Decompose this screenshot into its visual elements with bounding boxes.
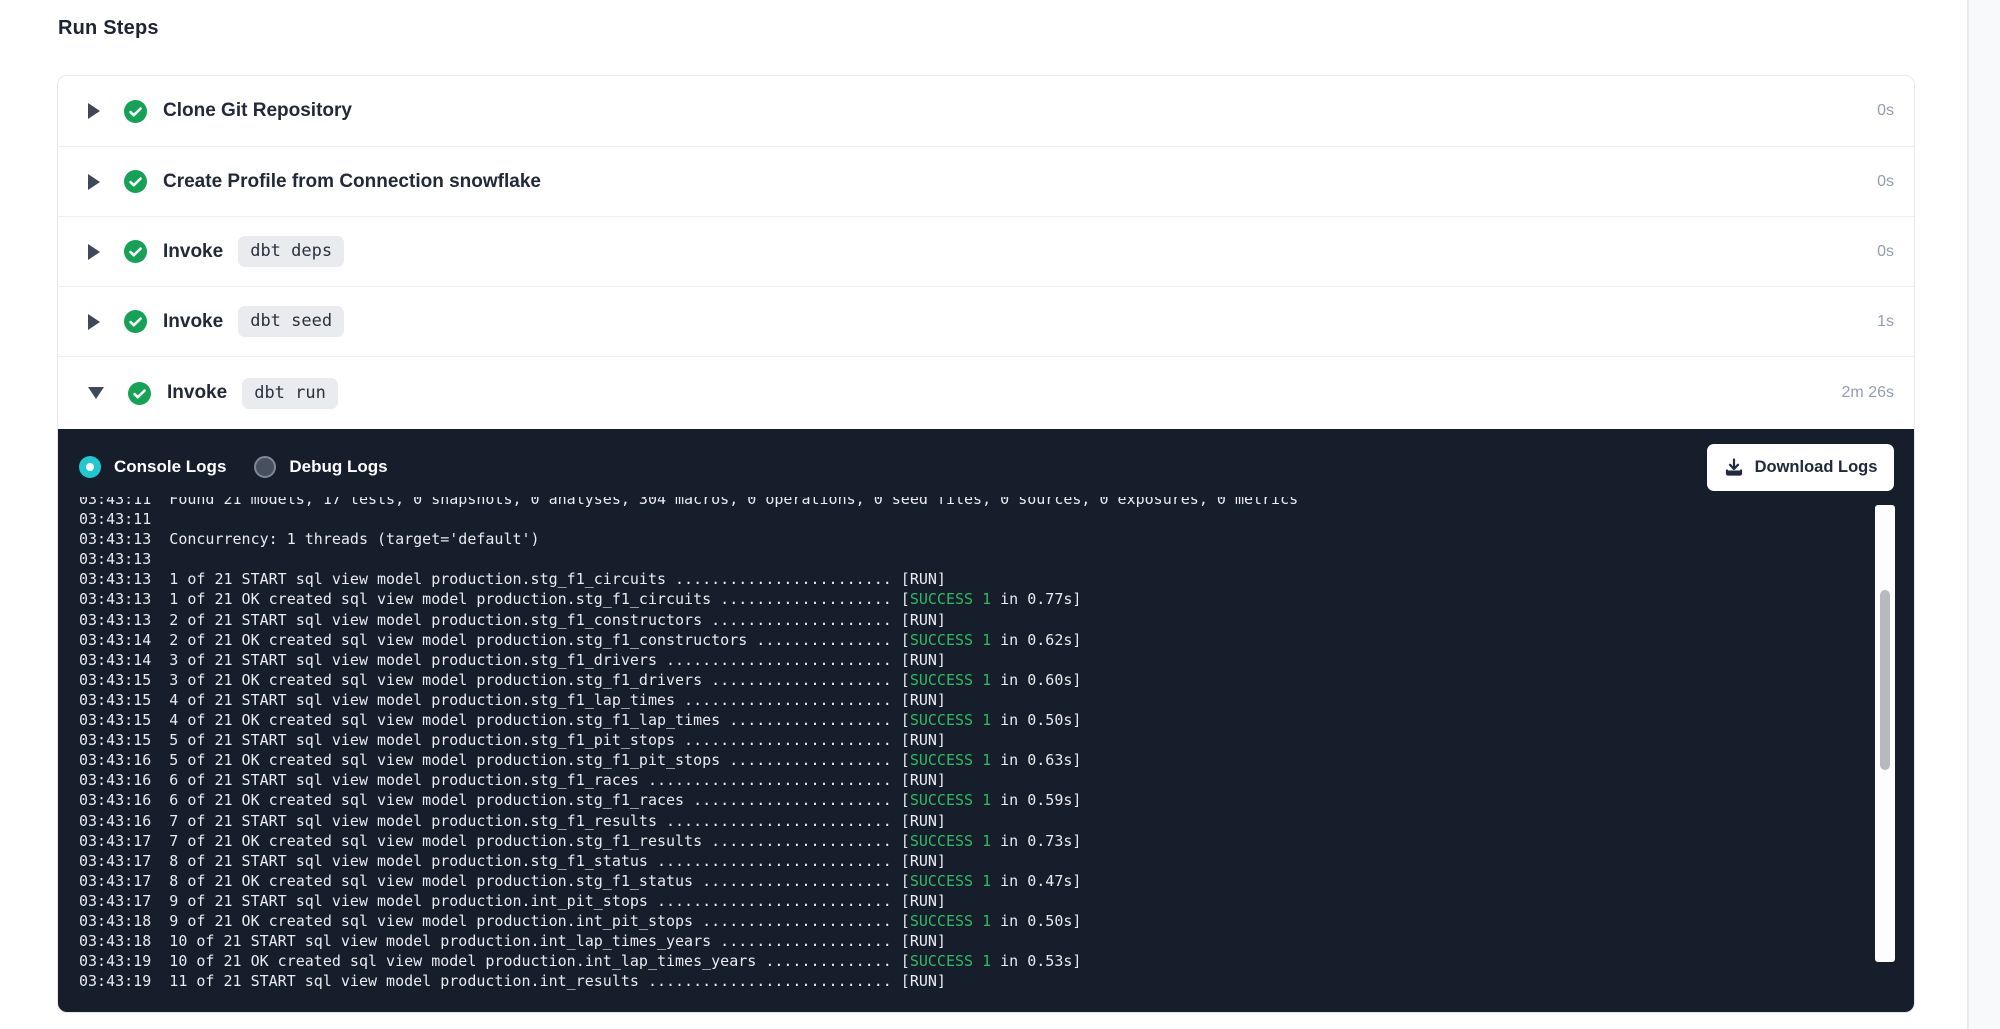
log-success-label: SUCCESS 1	[910, 791, 991, 809]
log-success-label: SUCCESS 1	[910, 832, 991, 850]
run-step-row[interactable]: Clone Git Repository 0s	[58, 76, 1914, 146]
radio-label: Debug Logs	[289, 457, 387, 477]
chevron-down-icon[interactable]	[88, 387, 104, 399]
success-check-icon	[128, 382, 151, 405]
log-line: 03:43:13 2 of 21 START sql view model pr…	[79, 610, 1874, 630]
log-line: 03:43:17 7 of 21 OK created sql view mod…	[79, 831, 1874, 851]
step-title: Invoke	[167, 382, 227, 404]
log-line: 03:43:11 Found 21 models, 17 tests, 0 sn…	[79, 497, 1874, 509]
step-command-chip: dbt run	[242, 378, 338, 409]
chevron-right-icon[interactable]	[88, 174, 100, 190]
run-step-row[interactable]: Invoke dbt deps 0s	[58, 216, 1914, 286]
step-title: Invoke	[163, 311, 223, 333]
chevron-right-icon[interactable]	[88, 103, 100, 119]
run-step-row[interactable]: Invoke dbt seed 1s	[58, 286, 1914, 356]
log-line: 03:43:14 3 of 21 START sql view model pr…	[79, 650, 1874, 670]
step-command-chip: dbt seed	[238, 306, 344, 337]
success-check-icon	[124, 100, 147, 123]
log-success-label: SUCCESS 1	[910, 631, 991, 649]
run-steps-list: Clone Git Repository 0s Create Profile f…	[58, 76, 1914, 429]
log-line: 03:43:13 Concurrency: 1 threads (target=…	[79, 529, 1874, 549]
log-success-label: SUCCESS 1	[910, 590, 991, 608]
log-line: 03:43:13 1 of 21 OK created sql view mod…	[79, 589, 1874, 609]
radio-selected-icon[interactable]	[79, 456, 101, 478]
log-success-label: SUCCESS 1	[910, 711, 991, 729]
log-success-label: SUCCESS 1	[910, 912, 991, 930]
radio-unselected-icon[interactable]	[254, 456, 276, 478]
log-line: 03:43:17 9 of 21 START sql view model pr…	[79, 891, 1874, 911]
console-log-viewport: 03:43:11 Found 21 models, 17 tests, 0 sn…	[58, 497, 1874, 995]
step-duration: 2m 26s	[1842, 384, 1894, 402]
log-line: 03:43:16 5 of 21 OK created sql view mod…	[79, 750, 1874, 770]
log-type-radio[interactable]: Debug Logs	[254, 456, 387, 478]
step-title: Create Profile from Connection snowflake	[163, 171, 541, 193]
log-line: 03:43:16 6 of 21 START sql view model pr…	[79, 770, 1874, 790]
download-logs-button[interactable]: Download Logs	[1707, 444, 1894, 491]
step-title: Clone Git Repository	[163, 100, 352, 122]
log-line: 03:43:18 9 of 21 OK created sql view mod…	[79, 911, 1874, 931]
step-title: Invoke	[163, 241, 223, 263]
step-duration: 0s	[1877, 243, 1894, 261]
chevron-right-icon[interactable]	[88, 314, 100, 330]
log-line: 03:43:17 8 of 21 OK created sql view mod…	[79, 871, 1874, 891]
run-steps-card: Clone Git Repository 0s Create Profile f…	[57, 75, 1915, 1013]
log-success-label: SUCCESS 1	[910, 751, 991, 769]
success-check-icon	[124, 310, 147, 333]
log-line: 03:43:15 5 of 21 START sql view model pr…	[79, 730, 1874, 750]
console-log-panel: Console Logs Debug Logs Download Logs 03…	[58, 429, 1914, 1012]
log-line: 03:43:17 8 of 21 START sql view model pr…	[79, 851, 1874, 871]
step-duration: 0s	[1877, 173, 1894, 191]
page-title: Run Steps	[58, 14, 1915, 42]
log-success-label: SUCCESS 1	[910, 671, 991, 689]
log-line: 03:43:15 4 of 21 OK created sql view mod…	[79, 710, 1874, 730]
download-logs-label: Download Logs	[1755, 458, 1878, 477]
log-scrollbar-thumb[interactable]	[1880, 590, 1890, 770]
log-scrollbar-track[interactable]	[1875, 505, 1895, 962]
log-line: 03:43:15 3 of 21 OK created sql view mod…	[79, 670, 1874, 690]
chevron-right-icon[interactable]	[88, 244, 100, 260]
log-success-label: SUCCESS 1	[910, 952, 991, 970]
log-line: 03:43:19 11 of 21 START sql view model p…	[79, 971, 1874, 991]
console-toolbar: Console Logs Debug Logs Download Logs	[58, 429, 1914, 505]
log-line: 03:43:14 2 of 21 OK created sql view mod…	[79, 630, 1874, 650]
log-success-label: SUCCESS 1	[910, 872, 991, 890]
log-line: 03:43:18 10 of 21 START sql view model p…	[79, 931, 1874, 951]
log-line: 03:43:16 6 of 21 OK created sql view mod…	[79, 790, 1874, 810]
download-icon	[1724, 457, 1744, 477]
step-duration: 1s	[1877, 313, 1894, 331]
log-line: 03:43:11	[79, 509, 1874, 529]
success-check-icon	[124, 240, 147, 263]
step-duration: 0s	[1877, 102, 1894, 120]
console-log-lines: 03:43:11 Found 21 models, 17 tests, 0 sn…	[58, 497, 1874, 991]
run-step-row[interactable]: Invoke dbt run 2m 26s	[58, 356, 1914, 429]
radio-label: Console Logs	[114, 457, 226, 477]
log-type-radio-group: Console Logs Debug Logs	[79, 456, 416, 478]
log-type-radio[interactable]: Console Logs	[79, 456, 226, 478]
log-line: 03:43:13 1 of 21 START sql view model pr…	[79, 569, 1874, 589]
run-step-row[interactable]: Create Profile from Connection snowflake…	[58, 146, 1914, 216]
log-line: 03:43:19 10 of 21 OK created sql view mo…	[79, 951, 1874, 971]
run-steps-section: Run Steps Clone Git Repository 0s Create…	[57, 0, 1915, 1013]
log-line: 03:43:16 7 of 21 START sql view model pr…	[79, 811, 1874, 831]
step-command-chip: dbt deps	[238, 236, 344, 267]
success-check-icon	[124, 170, 147, 193]
log-line: 03:43:13	[79, 549, 1874, 569]
log-line: 03:43:15 4 of 21 START sql view model pr…	[79, 690, 1874, 710]
page-right-gutter	[1967, 0, 2000, 1029]
